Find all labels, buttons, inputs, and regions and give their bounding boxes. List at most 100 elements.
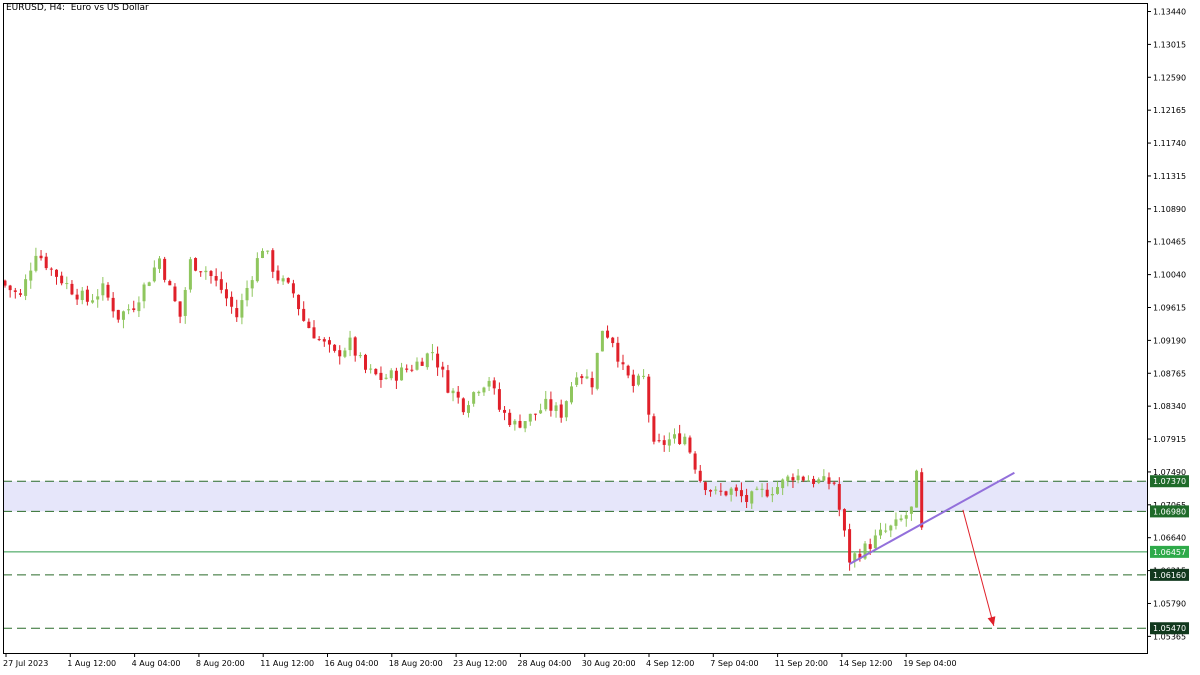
candle-bear [317,339,321,341]
x-tick-label: 4 Aug 04:00 [132,659,181,668]
candle-bear [178,301,182,317]
candle-bear [657,440,661,442]
candle-bull [91,300,95,303]
candle-bear [18,293,22,295]
candle-bear [209,271,213,277]
candle-bear [616,342,620,362]
candle-bull [667,439,671,446]
candle-bear [461,398,465,413]
candle-bull [369,368,373,370]
y-tick-label: 1.10040 [1153,271,1186,280]
candle-bear [276,270,280,281]
candle-bear [199,271,203,273]
candle-bull [425,353,429,368]
candle-bear [219,279,223,290]
y-tick-label: 1.11315 [1153,172,1186,181]
candle-bear [13,290,17,292]
candle-bear [230,296,234,307]
candle-bull [250,280,254,289]
candle-bear [297,294,301,310]
candle-bear [214,276,218,281]
candle-bear [842,509,846,531]
symbol-label: EURUSD, H4: [6,3,66,13]
candle-bull [477,391,481,394]
y-tick-label: 1.09615 [1153,303,1186,312]
candle-bull [760,488,764,490]
candle-bull [183,289,187,316]
candle-bear [606,330,610,338]
candle-bear [333,344,337,351]
candle-bull [889,525,893,531]
candle-bull [389,370,393,379]
candle-bull [188,259,192,290]
chart-frame [3,3,1148,654]
candle-bull [240,300,244,318]
y-tick-label: 1.11740 [1153,139,1186,148]
candle-bull [595,352,599,389]
candle-bear [173,286,177,302]
candle-bull [776,487,779,494]
candle-bull [142,284,146,302]
candle-bull [729,488,733,495]
y-tick-label: 1.12590 [1153,73,1186,82]
candle-bull [642,375,646,377]
candle-bull [564,401,568,418]
candle-bull [750,491,754,504]
symbol-description: Euro vs US Dollar [70,3,149,13]
candle-bull [770,493,774,496]
candle-bear [364,354,367,370]
candle-bull [822,476,826,481]
candle-bear [693,453,697,470]
y-tick-label: 1.05790 [1153,599,1186,608]
candle-bull [796,475,800,481]
candle-bear [291,283,295,294]
candle-bear [709,490,713,492]
candle-bear [302,308,306,321]
candle-bull [755,488,759,490]
candle-bear [611,337,615,344]
candle-bear [49,268,53,270]
y-tick-label: 1.13440 [1153,8,1186,17]
candle-bull [127,309,131,311]
x-tick-label: 23 Aug 12:00 [453,659,507,668]
candle-bear [446,370,450,393]
candle-bear [456,391,460,398]
candle-bull [873,535,877,549]
candle-bull [24,279,28,296]
candle-bull [261,250,264,258]
x-tick-label: 18 Aug 20:00 [389,659,443,668]
candle-bull [358,355,362,357]
candle-bull [137,302,141,312]
candle-bear [801,476,805,481]
x-tick-label: 19 Sep 04:00 [903,659,956,668]
candle-bull [673,434,676,439]
x-tick-label: 1 Aug 12:00 [67,659,116,668]
candle-bear [8,285,12,291]
candle-bull [343,350,347,357]
candle-bull [29,270,33,281]
candle-bull [636,375,640,385]
candle-bear [224,289,228,299]
candle-bull [245,287,249,301]
candlestick-chart: 1.13440 1.13015 1.12590 1.12165 1.11740 1.113… [3,3,1189,668]
candle-bull [894,519,898,526]
candle-bull [467,405,470,413]
candle-bear [662,440,666,445]
candle-bull [714,489,718,491]
candle-bear [106,284,110,298]
candle-bear [739,490,743,497]
candle-bull [121,311,125,320]
price-tag: 1.06980 [1153,507,1186,516]
candle-bear [920,472,924,528]
y-tick-label: 1.10890 [1153,205,1186,214]
candle-bull [899,518,903,521]
candle-bull [884,530,888,532]
y-tick-label: 1.07915 [1153,435,1186,444]
candle-bear [559,404,563,418]
candle-bull [80,290,84,301]
candle-bear [518,420,522,428]
candle-bear [497,389,501,410]
candle-bull [400,367,404,381]
candle-bull [152,267,156,282]
candle-bear [703,482,707,491]
